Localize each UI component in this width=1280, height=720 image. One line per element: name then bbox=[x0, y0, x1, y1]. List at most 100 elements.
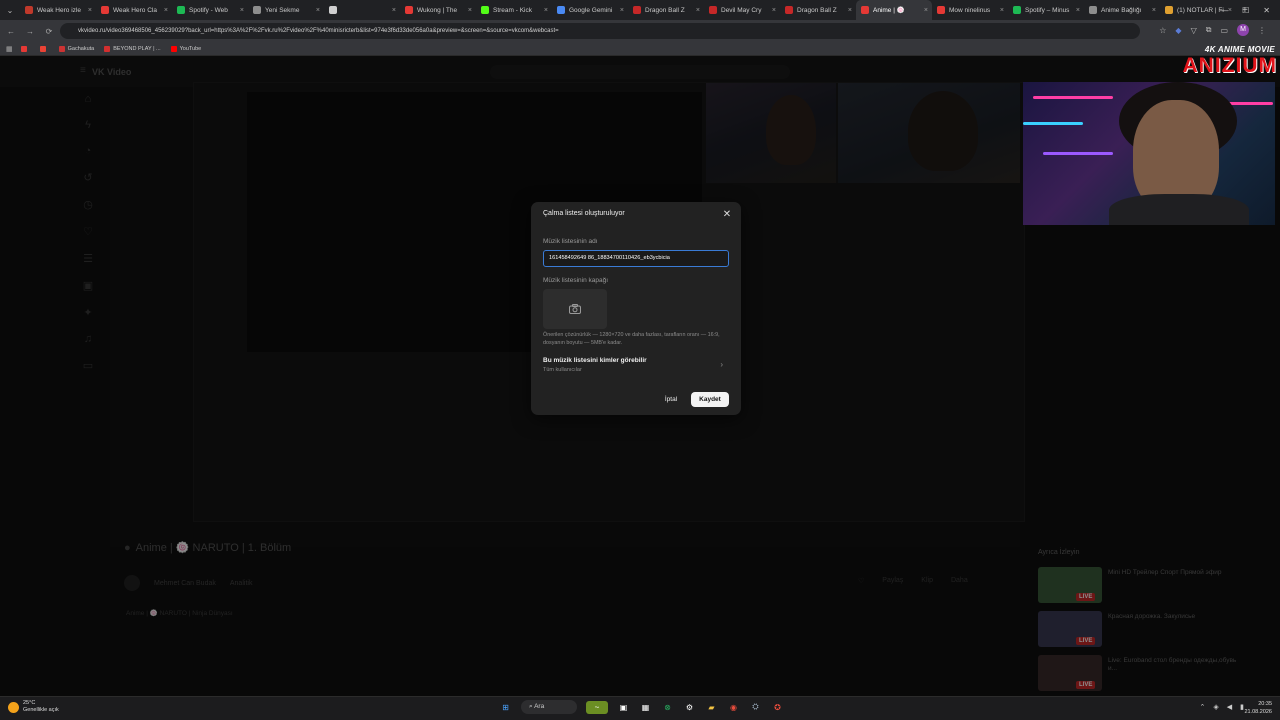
battery-icon[interactable]: ▮ bbox=[1240, 703, 1244, 711]
channel-logo: 4K ANIME MOVIE ANIZIUM bbox=[1163, 42, 1277, 82]
tab-close-icon[interactable]: × bbox=[924, 7, 928, 14]
tab[interactable]: Yeni Sekme × bbox=[248, 0, 324, 20]
url-input[interactable]: vkvideo.ru/video369468506_456239029?back… bbox=[60, 23, 1140, 39]
cover-upload-button[interactable] bbox=[543, 289, 607, 329]
tab-close-icon[interactable]: × bbox=[696, 7, 700, 14]
tab-close-icon[interactable]: × bbox=[392, 7, 396, 14]
tab[interactable]: Wukong | The × bbox=[400, 0, 476, 20]
address-bar-row: ← → ⟳ vkvideo.ru/video369468506_45623902… bbox=[0, 20, 1280, 42]
file-explorer-icon[interactable]: ▰ bbox=[705, 701, 718, 714]
tab-search-icon[interactable]: ⌄ bbox=[0, 6, 20, 15]
bookmark-star-icon[interactable]: ☆ bbox=[1159, 26, 1166, 35]
reload-icon[interactable]: ⟳ bbox=[41, 27, 57, 36]
tab-favicon-icon bbox=[937, 6, 945, 14]
save-button[interactable]: Kaydet bbox=[691, 392, 729, 407]
tab-close-icon[interactable]: × bbox=[164, 7, 168, 14]
bookmark-item[interactable]: Gachakuta bbox=[58, 45, 94, 52]
task-view-icon[interactable]: ▣ bbox=[617, 701, 630, 714]
visibility-selector[interactable]: Bu müzik listesini kimler görebilir Tüm … bbox=[539, 354, 733, 376]
cover-hint: Önerilen çözünürlük — 1280×720 ve daha f… bbox=[543, 332, 720, 346]
forward-icon[interactable]: → bbox=[22, 27, 38, 36]
tab[interactable]: Dragon Ball Z × bbox=[628, 0, 704, 20]
tab[interactable]: Anime Bağlığı × bbox=[1084, 0, 1160, 20]
tab-favicon-icon bbox=[1089, 6, 1097, 14]
tab-close-icon[interactable]: × bbox=[1152, 7, 1156, 14]
app-icon-2[interactable]: ✪ bbox=[771, 701, 784, 714]
tab[interactable]: Anime | 🍥 × bbox=[856, 0, 932, 20]
visibility-value: Tüm kullanıcılar bbox=[543, 367, 582, 373]
tab-close-icon[interactable]: × bbox=[848, 7, 852, 14]
extension-shield-icon[interactable]: ◆ bbox=[1175, 26, 1181, 35]
tab[interactable]: Dragon Ball Z × bbox=[780, 0, 856, 20]
minimize-icon[interactable]: — bbox=[1220, 6, 1228, 15]
tab-close-icon[interactable]: × bbox=[88, 7, 92, 14]
app-icon-1[interactable]: ▦ bbox=[639, 701, 652, 714]
tab-close-icon[interactable]: × bbox=[468, 7, 472, 14]
tab-close-icon[interactable]: × bbox=[772, 7, 776, 14]
bookmark-item[interactable] bbox=[39, 45, 49, 52]
settings-icon[interactable]: ⚙ bbox=[683, 701, 696, 714]
tab-label: Stream - Kick bbox=[493, 6, 533, 14]
bookmark-list: Gachakuta BEYOND PLAY | ... YouTube bbox=[20, 45, 202, 52]
tab[interactable]: Spotify - Web × bbox=[172, 0, 248, 20]
widget-icon[interactable]: ~ bbox=[586, 700, 608, 714]
tab[interactable]: Weak Hero Cla × bbox=[96, 0, 172, 20]
close-icon[interactable]: ✕ bbox=[720, 208, 734, 222]
tab[interactable]: Devil May Cry × bbox=[704, 0, 780, 20]
taskbar-search[interactable]: ⌕ Ara bbox=[521, 700, 577, 714]
tab-label: Spotify - Web bbox=[189, 6, 228, 14]
sun-icon bbox=[8, 701, 19, 713]
browser-tab-bar: ⌄ Weak Hero izle × Weak Hero Cla × Spotify -… bbox=[0, 0, 1280, 20]
weather-text: 25°C Genellikle açık bbox=[23, 700, 59, 714]
tab-label: Dragon Ball Z bbox=[645, 6, 685, 14]
tab-favicon-icon bbox=[481, 6, 489, 14]
steam-icon[interactable]: ⛭ bbox=[749, 701, 762, 714]
weather-widget[interactable]: 25°C Genellikle açık bbox=[8, 700, 59, 714]
extension-filter-icon[interactable]: ▽ bbox=[1191, 26, 1197, 35]
volume-icon[interactable]: ◀ bbox=[1227, 703, 1232, 711]
tab-close-icon[interactable]: × bbox=[1000, 7, 1004, 14]
bookmark-item[interactable]: BEYOND PLAY | ... bbox=[104, 45, 161, 52]
chevron-up-icon[interactable]: ⌃ bbox=[1199, 703, 1205, 711]
tab[interactable]: Google Gemini × bbox=[552, 0, 628, 20]
tab-close-icon[interactable]: × bbox=[1076, 7, 1080, 14]
maximize-icon[interactable]: ☐ bbox=[1242, 6, 1249, 15]
neon-light bbox=[1043, 152, 1113, 155]
tab-close-icon[interactable]: × bbox=[620, 7, 624, 14]
tab-close-icon[interactable]: × bbox=[544, 7, 548, 14]
clock[interactable]: 20:35 21.08.2026 bbox=[1244, 700, 1272, 716]
tab-favicon-icon bbox=[1013, 6, 1021, 14]
xbox-icon[interactable]: ⊗ bbox=[661, 701, 674, 714]
split-view-icon[interactable]: ▭ bbox=[1220, 26, 1228, 35]
chevron-right-icon: › bbox=[720, 360, 723, 369]
menu-icon[interactable]: ⋮ bbox=[1258, 26, 1266, 35]
tab[interactable]: Spotify – Minus × bbox=[1008, 0, 1084, 20]
tab[interactable]: Stream - Kick × bbox=[476, 0, 552, 20]
apps-icon[interactable]: ▦ bbox=[6, 45, 13, 53]
chrome-icon[interactable]: ◉ bbox=[727, 701, 740, 714]
tab-close-icon[interactable]: × bbox=[240, 7, 244, 14]
windows-start-icon[interactable]: ⊞ bbox=[499, 701, 512, 714]
profile-avatar[interactable]: M bbox=[1237, 24, 1249, 36]
cancel-button[interactable]: İptal bbox=[657, 392, 685, 407]
close-window-icon[interactable]: ✕ bbox=[1263, 6, 1270, 15]
tab[interactable]: × bbox=[324, 0, 400, 20]
clock-date: 21.08.2026 bbox=[1244, 709, 1272, 715]
tab-label: Anime | 🍥 bbox=[873, 7, 905, 14]
tab[interactable]: Weak Hero izle × bbox=[20, 0, 96, 20]
network-icon[interactable]: ◈ bbox=[1213, 703, 1218, 711]
camera-icon bbox=[569, 304, 581, 314]
bookmark-item[interactable]: YouTube bbox=[170, 45, 202, 52]
tab[interactable]: Mow ninelinus × bbox=[932, 0, 1008, 20]
tab-label: Weak Hero Cla bbox=[113, 6, 157, 14]
back-icon[interactable]: ← bbox=[3, 27, 19, 36]
bookmark-label: YouTube bbox=[179, 45, 202, 52]
tab-favicon-icon bbox=[633, 6, 641, 14]
tab-close-icon[interactable]: × bbox=[316, 7, 320, 14]
playlist-name-input[interactable]: 161458492649 86_18834700110426_eb3ycbici… bbox=[543, 250, 729, 267]
tab-favicon-icon bbox=[101, 6, 109, 14]
extensions-icon[interactable]: ⧉ bbox=[1206, 25, 1212, 35]
tab-strip: Weak Hero izle × Weak Hero Cla × Spotify - W… bbox=[20, 0, 1236, 20]
weather-description: Genellikle açık bbox=[23, 707, 59, 713]
bookmark-item[interactable] bbox=[20, 45, 30, 52]
